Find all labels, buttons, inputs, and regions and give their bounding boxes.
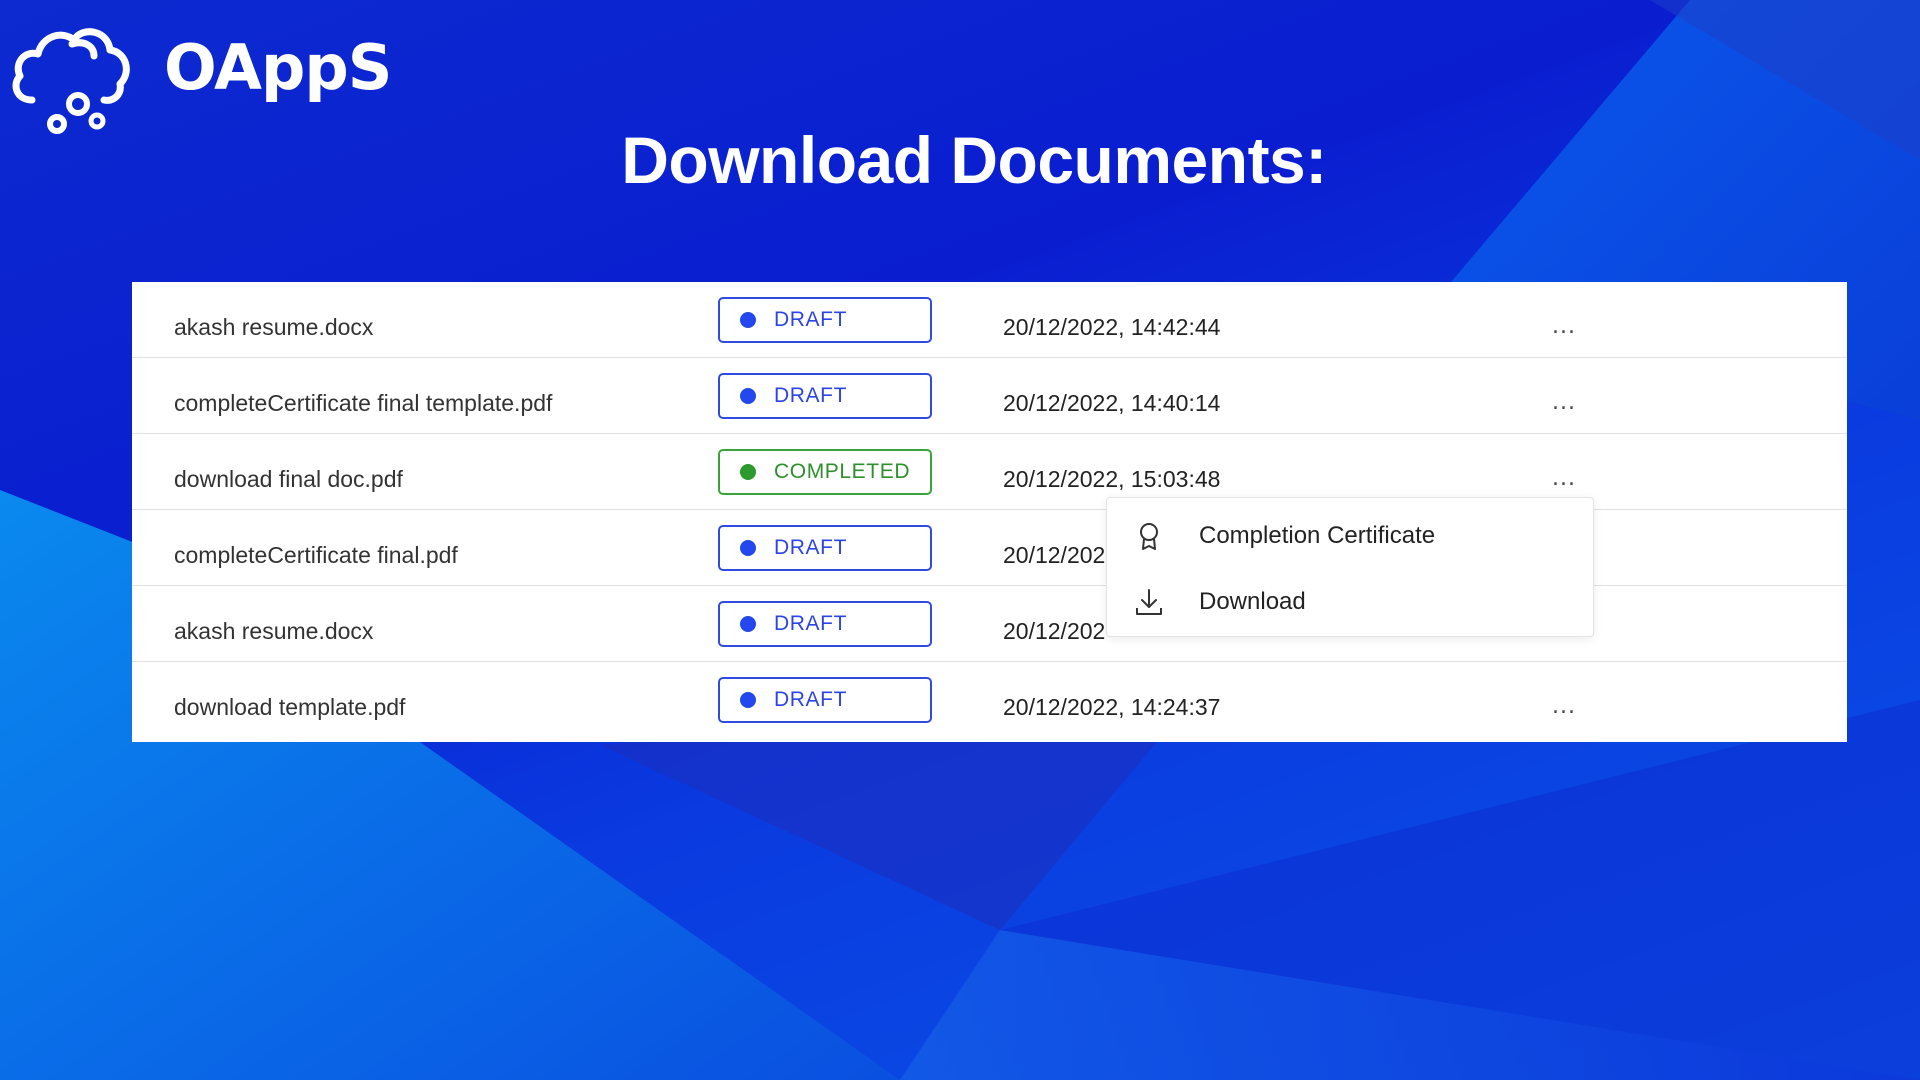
table-row[interactable]: akash resume.docx DRAFT 20/12/2022, 14:4… — [132, 282, 1847, 358]
status-label: DRAFT — [774, 688, 847, 711]
menu-item-label: Completion Certificate — [1199, 522, 1436, 549]
status-dot-icon — [740, 312, 756, 328]
row-context-menu: Completion Certificate Download — [1106, 497, 1594, 637]
status-dot-icon — [740, 464, 756, 480]
status-dot-icon — [740, 540, 756, 556]
status-label: DRAFT — [774, 384, 847, 407]
status-dot-icon — [740, 616, 756, 632]
status-dot-icon — [740, 388, 756, 404]
status-label: DRAFT — [774, 612, 847, 635]
table-row[interactable]: completeCertificate final template.pdf D… — [132, 358, 1847, 434]
status-label: DRAFT — [774, 308, 847, 331]
status-label: COMPLETED — [774, 460, 911, 483]
menu-item-download[interactable]: Download — [1107, 572, 1593, 632]
slide-background: OAppS Download Documents: akash resume.d… — [0, 0, 1920, 1080]
document-date: 20/12/2022, 14:24:37 — [1003, 694, 1221, 720]
menu-item-label: Download — [1199, 588, 1306, 615]
status-badge: DRAFT — [718, 525, 932, 571]
award-icon — [1140, 523, 1158, 550]
page-title: Download Documents: — [621, 123, 1327, 197]
document-name[interactable]: download template.pdf — [174, 662, 405, 752]
status-badge: DRAFT — [718, 677, 932, 723]
status-badge: DRAFT — [718, 373, 932, 419]
brand-name: OAppS — [164, 30, 392, 104]
status-label: DRAFT — [774, 536, 847, 559]
download-icon — [1136, 589, 1162, 615]
row-actions-button[interactable]: ... — [1552, 662, 1576, 752]
status-badge: DRAFT — [718, 297, 932, 343]
status-badge: COMPLETED — [718, 449, 932, 495]
status-badge: DRAFT — [718, 601, 932, 647]
table-row[interactable]: download template.pdf DRAFT 20/12/2022, … — [132, 662, 1847, 738]
status-dot-icon — [740, 692, 756, 708]
menu-item-completion-certificate[interactable]: Completion Certificate — [1107, 506, 1593, 566]
